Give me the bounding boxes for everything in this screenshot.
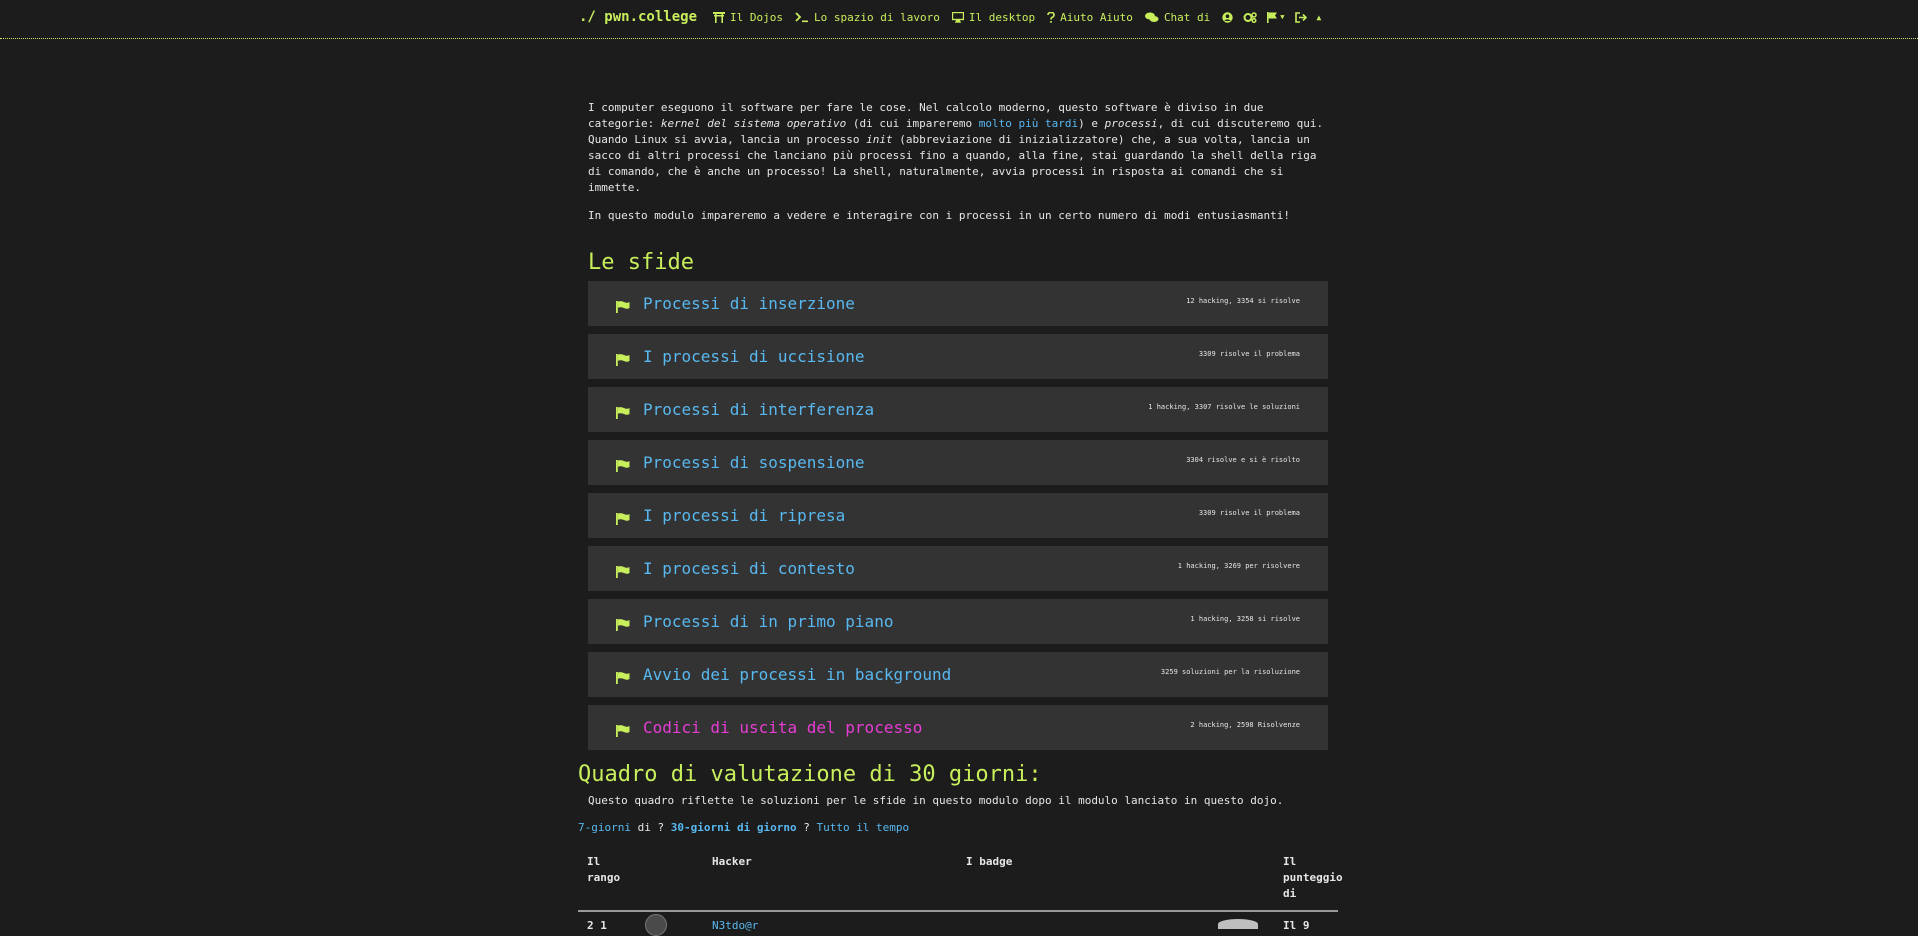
challenge-stats: 1 hacking, 3307 risolve le soluzioni (1148, 403, 1300, 411)
challenge-card[interactable]: Processi di in primo piano 1 hacking, 325… (588, 599, 1328, 644)
challenge-card[interactable]: I processi di contesto 1 hacking, 3269 pe… (588, 546, 1328, 591)
brand-link[interactable]: ./ pwn.college (579, 9, 697, 25)
flag-icon (616, 669, 630, 688)
challenge-name: Avvio dei processi in background (643, 665, 952, 684)
header-divider (578, 910, 1338, 912)
nav-account[interactable] (1222, 11, 1233, 23)
badge-icon (1218, 919, 1258, 929)
challenges-title: Le sfide (588, 250, 694, 275)
challenge-list: Processi di inserzione 12 hacking, 3354 s… (588, 281, 1328, 750)
challenge-stats: 1 hacking, 3269 per risolvere (1177, 562, 1300, 570)
tab-all-time[interactable]: Tutto il tempo (816, 821, 909, 834)
challenge-name: Processi di interferenza (643, 400, 875, 419)
challenge-stats: 3259 soluzioni per la risoluzione (1160, 668, 1300, 676)
question-icon (1047, 11, 1055, 23)
challenge-stats: 2 hacking, 2598 Risolvenze (1190, 721, 1300, 729)
top-navbar: ./ pwn.college Il Dojos Lo spazio di lav… (0, 0, 1918, 39)
scoreboard-title: Quadro di valutazione di 30 giorni: (578, 762, 1042, 787)
flag-icon (616, 510, 630, 529)
intro-emphasis: processi (1104, 117, 1158, 130)
module-intro: I computer eseguono il software per fare… (588, 100, 1328, 224)
challenge-card[interactable]: I processi di uccisione 3309 risolve il p… (588, 334, 1328, 379)
challenge-name: Processi di in primo piano (643, 612, 894, 631)
scoreboard-tabs: 7-giorni di ? 30-giorni di giorno ? Tutt… (578, 821, 909, 834)
nav-help[interactable]: Aiuto Aiuto (1047, 11, 1133, 24)
intro-paragraph-2: In questo modulo impareremo a vedere e i… (588, 209, 1290, 222)
flag-icon (616, 616, 630, 635)
later-link[interactable]: molto più tardi (979, 117, 1078, 130)
challenge-name: I processi di uccisione (643, 347, 865, 366)
gear-icon (1243, 11, 1258, 23)
nav-chat-label: Chat di (1163, 10, 1211, 24)
challenge-card[interactable]: Codici di uscita del processo 2 hacking, … (588, 705, 1328, 750)
challenge-stats: 3309 risolve il problema (1198, 350, 1300, 358)
flag-icon (616, 404, 630, 423)
challenge-stats: 3304 risolve e si è risolto (1186, 456, 1300, 464)
header-hacker: Hacker (712, 855, 752, 868)
intro-emphasis: init (866, 133, 893, 146)
challenge-name: Codici di uscita del processo (643, 718, 923, 737)
flag-icon (616, 722, 630, 741)
torii-gate-icon (713, 11, 726, 23)
caret-up-icon: ▲ (1316, 12, 1322, 22)
nav-desktop-label: Il desktop (968, 10, 1036, 24)
challenge-stats: 3309 risolve il problema (1198, 509, 1300, 517)
challenge-name: Processi di sospensione (643, 453, 865, 472)
challenge-name: Processi di inserzione (643, 294, 855, 313)
challenge-stats: 12 hacking, 3354 si risolve (1186, 297, 1300, 305)
nav-desktop[interactable]: Il desktop (951, 10, 1036, 24)
nav-collapse[interactable]: ▲ (1317, 13, 1322, 22)
flag-icon (616, 298, 630, 317)
challenge-name: I processi di ripresa (643, 506, 846, 525)
flag-icon (616, 351, 630, 370)
challenge-stats: 1 hacking, 3258 si risolve (1190, 615, 1300, 623)
caret-down-icon: ▼ (1280, 13, 1285, 21)
flag-icon (616, 563, 630, 582)
user-circle-icon (1222, 11, 1233, 23)
challenge-card[interactable]: I processi di ripresa 3309 risolve il pro… (588, 493, 1328, 538)
row-score: Il 9 (1283, 919, 1310, 932)
nav-flag-menu[interactable]: ▼ (1267, 11, 1285, 23)
tab-separator: ? (796, 821, 817, 834)
nav-workspace-label: Lo spazio di lavoro (814, 10, 940, 24)
nav-help-label: Aiuto Aiuto (1060, 10, 1133, 24)
header-badges: I badge (966, 855, 1013, 868)
tab-separator: di ? (630, 821, 671, 834)
nav-sign-out[interactable] (1294, 11, 1307, 23)
sign-out-icon (1294, 11, 1307, 23)
flag-icon (616, 457, 630, 476)
flag-menu-icon (1267, 11, 1278, 23)
intro-text: ) e (1078, 117, 1105, 130)
terminal-icon (795, 11, 808, 22)
challenge-card[interactable]: Processi di sospensione 3304 risolve e si… (588, 440, 1328, 485)
row-hacker-link[interactable]: N3tdo@r (712, 918, 758, 934)
module-content: I computer eseguono il software per fare… (588, 100, 1328, 758)
tab-30-days[interactable]: 30-giorni di giorno (671, 821, 797, 834)
intro-emphasis: kernel del sistema operativo (660, 117, 847, 130)
avatar (645, 914, 667, 936)
nav-dojos-label: Il Dojos (730, 10, 783, 24)
nav-workspace[interactable]: Lo spazio di lavoro (795, 11, 940, 24)
tab-7-days[interactable]: 7-giorni (578, 821, 631, 834)
challenge-card[interactable]: Processi di interferenza 1 hacking, 3307 … (588, 387, 1328, 432)
scoreboard-description: Questo quadro riflette le soluzioni per … (588, 794, 1284, 807)
comments-icon (1144, 12, 1159, 22)
intro-text: (di cui impareremo (846, 117, 979, 130)
nav-dojos[interactable]: Il Dojos (713, 11, 783, 24)
nav-settings[interactable] (1243, 11, 1258, 23)
intro-paragraph-1: I computer eseguono il software per fare… (588, 100, 1328, 196)
challenge-card[interactable]: Processi di inserzione 12 hacking, 3354 s… (588, 281, 1328, 326)
nav-chat[interactable]: Chat di (1144, 10, 1211, 24)
header-score: Il punteggio di (1283, 855, 1343, 900)
nav-inner: ./ pwn.college Il Dojos Lo spazio di lav… (579, 9, 1331, 25)
desktop-icon (951, 11, 964, 23)
challenge-card[interactable]: Avvio dei processi in background 3259 sol… (588, 652, 1328, 697)
header-rank: Il rango (587, 855, 621, 884)
row-rank: 2 1 (587, 919, 607, 932)
challenge-name: I processi di contesto (643, 559, 855, 578)
